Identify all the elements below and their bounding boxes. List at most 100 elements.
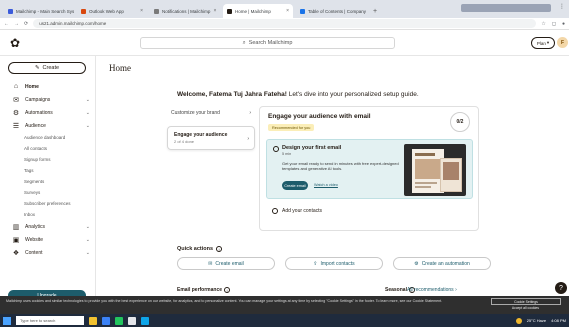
- step-engage-audience[interactable]: Engage your audience 2 of 4 done ›: [167, 126, 255, 150]
- sidebar-item-label: Home: [25, 83, 39, 90]
- url-field[interactable]: us21.admin.mailchimp.com/home: [33, 19, 537, 28]
- sidebar-item-audience-dashboard[interactable]: Audience dashboard: [0, 132, 96, 143]
- progress-indicator: 0/2: [450, 112, 470, 132]
- quick-action-create-an-automation[interactable]: ⚙ Create an automation: [393, 257, 491, 270]
- mail-app-icon[interactable]: [128, 316, 136, 325]
- email-icon: ✉: [208, 260, 213, 267]
- sidebar-item-automations[interactable]: ⚙ Automations ⌄: [0, 106, 96, 119]
- create-email-button[interactable]: Create email: [282, 181, 308, 190]
- sidebar-item-label: Inbox: [24, 212, 36, 217]
- sidebar-item-label: Audience dashboard: [24, 135, 66, 140]
- clock[interactable]: 4:08 PM: [551, 318, 566, 323]
- quick-actions: ✉ Create email ⇪ Import contacts ⚙ Create an …: [177, 257, 491, 270]
- design-email-task: Design your first email 5 min Get your e…: [266, 139, 473, 199]
- accept-cookies-button[interactable]: Accept all cookies: [512, 306, 539, 310]
- email-performance-heading: Email performance i: [177, 287, 231, 293]
- sidebar-item-surveys[interactable]: Surveys: [0, 187, 96, 198]
- back-icon[interactable]: ←: [4, 21, 9, 27]
- address-bar: ← → ⟳ us21.admin.mailchimp.com/home ☆ ◻ …: [0, 18, 569, 30]
- welcome-name: Welcome, Fatema Tuj Jahra Fateha!: [177, 91, 287, 98]
- design-time: 5 min: [282, 152, 292, 156]
- sidebar-item-tags[interactable]: Tags: [0, 165, 96, 176]
- plan-button[interactable]: Plan ▾: [531, 37, 555, 49]
- website-icon: ▣: [12, 236, 20, 244]
- search-input[interactable]: ⌕ Search Mailchimp: [140, 37, 395, 49]
- taskbar-search-input[interactable]: Type here to search: [16, 316, 84, 325]
- quick-action-create-email[interactable]: ✉ Create email: [177, 257, 275, 270]
- sidebar-item-signup-forms[interactable]: Signup forms: [0, 154, 96, 165]
- chevron-down-icon: ▾: [546, 40, 550, 45]
- weather-text: 25°C Haze: [526, 318, 547, 323]
- add-contacts-label: Add your contacts: [282, 208, 323, 214]
- sidebar-item-label: Subscriber preferences: [24, 201, 71, 206]
- home-icon: ⌂: [13, 83, 19, 90]
- edge-browser-icon[interactable]: [102, 316, 110, 325]
- search-placeholder: Search Mailchimp: [248, 40, 293, 46]
- window-menu-icon[interactable]: ⋮: [559, 3, 565, 10]
- browser-tab[interactable]: Table of Contents | Company×: [296, 4, 366, 18]
- reload-icon[interactable]: ⟳: [24, 21, 28, 27]
- browser-tab[interactable]: Notifications | Mailchimp ×: [150, 4, 220, 18]
- sidebar-item-content[interactable]: ❖ Content ⌄: [0, 246, 96, 259]
- close-tab-icon[interactable]: ×: [213, 8, 216, 14]
- weather-icon: [515, 317, 522, 324]
- step-customize-brand[interactable]: Customize your brand ›: [167, 106, 255, 120]
- windows-taskbar: Type here to search 25°C Haze 4:08 PM: [0, 314, 569, 327]
- watch-video-link[interactable]: Watch a video: [314, 183, 338, 187]
- forward-icon[interactable]: →: [14, 21, 19, 27]
- sidebar-item-campaigns[interactable]: ✉ Campaigns ⌄: [0, 93, 96, 106]
- sidebar-item-website[interactable]: ▣ Website ⌄: [0, 233, 96, 246]
- mailchimp-logo-icon[interactable]: ✿: [10, 36, 20, 50]
- sidebar-item-label: Segments: [24, 179, 45, 184]
- task-checkbox-icon: [272, 208, 278, 214]
- profile-icon[interactable]: ●: [562, 21, 565, 27]
- sidebar-item-inbox[interactable]: Inbox: [0, 209, 96, 220]
- welcome-message: Welcome, Fatema Tuj Jahra Fateha! Let's …: [177, 91, 419, 98]
- tab-label: Notifications | Mailchimp: [162, 8, 211, 14]
- sidebar-item-home[interactable]: ⌂ Home: [0, 80, 96, 93]
- star-icon[interactable]: ☆: [541, 21, 545, 27]
- extensions-icon[interactable]: ◻: [552, 21, 556, 27]
- chevron-right-icon: ›: [247, 136, 249, 142]
- sidebar-item-label: Analytics: [25, 223, 46, 230]
- windows-start-icon[interactable]: [3, 316, 11, 325]
- chevron-right-icon: ›: [249, 110, 251, 116]
- step-label: Customize your brand: [171, 110, 220, 116]
- sidebar-item-audience[interactable]: ☰ Audience ⌄: [0, 119, 96, 132]
- info-icon[interactable]: i: [224, 287, 231, 293]
- tab-favicon-icon: [300, 8, 305, 14]
- sidebar-item-label: Website: [25, 236, 43, 243]
- browser-tab[interactable]: Outlook Web App ×: [77, 4, 147, 18]
- avatar[interactable]: F: [557, 37, 568, 48]
- step-label: Engage your audience: [174, 132, 228, 138]
- sidebar-item-all-contacts[interactable]: All contacts: [0, 143, 96, 154]
- file-explorer-icon[interactable]: [89, 316, 97, 325]
- help-icon[interactable]: ?: [555, 282, 567, 294]
- all-recommendations-link[interactable]: All recommendations ›: [407, 287, 457, 293]
- recommended-badge: Recommended for you: [268, 124, 315, 131]
- sidebar-item-label: Campaigns: [25, 96, 51, 103]
- add-contacts-task[interactable]: Add your contacts: [272, 208, 322, 214]
- create-button[interactable]: ✎ Create: [8, 62, 86, 74]
- info-icon[interactable]: i: [216, 246, 223, 252]
- task-checkbox-icon[interactable]: [273, 146, 279, 152]
- quick-action-import-contacts[interactable]: ⇪ Import contacts: [285, 257, 383, 270]
- chrome-browser-icon[interactable]: [115, 316, 123, 325]
- import-icon: ⇪: [313, 260, 318, 267]
- chevron-down-icon: ⌄: [85, 249, 90, 256]
- sidebar-item-label: Audience: [25, 122, 46, 129]
- cookie-settings-button[interactable]: Cookie Settings: [491, 298, 561, 305]
- close-tab-icon[interactable]: ×: [140, 8, 143, 14]
- new-tab-icon[interactable]: +: [373, 8, 377, 15]
- sidebar-item-subscriber-preferences[interactable]: Subscriber preferences: [0, 198, 96, 209]
- store-app-icon[interactable]: [141, 316, 149, 325]
- all-recs-label: All recommendations: [407, 287, 454, 293]
- browser-tab[interactable]: Home | Mailchimp ×: [223, 4, 293, 18]
- browser-tab[interactable]: Mailchimp - Main Search Sys×: [4, 4, 74, 18]
- sidebar-item-analytics[interactable]: ▥ Analytics ⌄: [0, 220, 96, 233]
- task-title: Engage your audience with email: [268, 113, 371, 120]
- audience-icon: ☰: [12, 122, 20, 130]
- sidebar-item-segments[interactable]: Segments: [0, 176, 96, 187]
- close-tab-icon[interactable]: ×: [286, 8, 289, 14]
- tab-favicon-icon: [227, 8, 232, 14]
